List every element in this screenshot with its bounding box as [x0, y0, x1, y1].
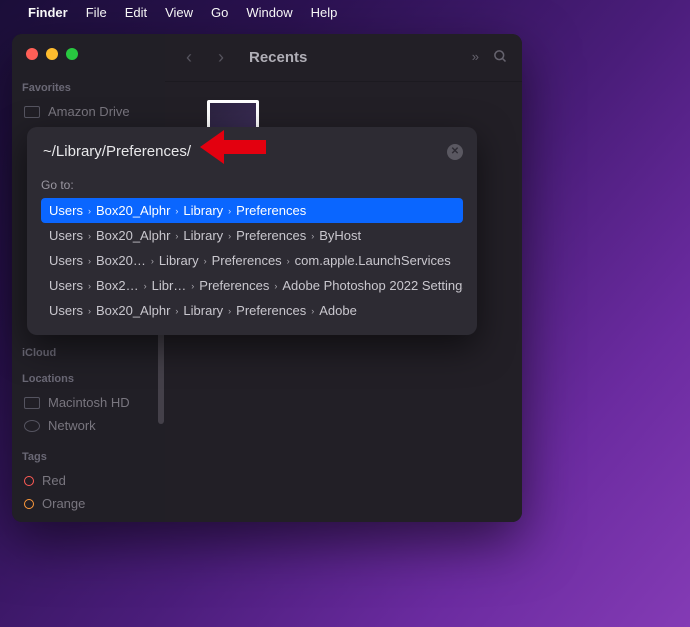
sidebar-item-label: Orange — [42, 496, 85, 511]
window-title: Recents — [249, 49, 307, 66]
sidebar-section-icloud: iCloud — [22, 347, 155, 359]
sidebar-item-label: Red — [42, 473, 66, 488]
network-icon — [24, 420, 40, 432]
sidebar-item-label: Amazon Drive — [48, 104, 130, 119]
search-icon[interactable] — [493, 49, 508, 67]
goto-suggestion[interactable]: Users›Box20…›Library›Preferences›com.app… — [41, 248, 463, 273]
menu-finder[interactable]: Finder — [28, 5, 68, 20]
sidebar-item-amazon-drive[interactable]: Amazon Drive — [22, 100, 155, 123]
sidebar-tag-red[interactable]: Red — [22, 469, 155, 492]
menu-window[interactable]: Window — [246, 5, 292, 20]
menu-file[interactable]: File — [86, 5, 107, 20]
menu-view[interactable]: View — [165, 5, 193, 20]
close-button[interactable] — [26, 48, 38, 60]
goto-suggestion[interactable]: Users›Box20_Alphr›Library›Preferences›Ad… — [41, 298, 463, 323]
goto-suggestion[interactable]: Users›Box20_Alphr›Library›Preferences — [41, 198, 463, 223]
sidebar-section-locations: Locations — [22, 373, 155, 385]
back-button[interactable]: ‹ — [179, 47, 199, 68]
sidebar-item-label: Network — [48, 418, 96, 433]
clear-icon[interactable]: ✕ — [447, 144, 463, 160]
goto-suggestion[interactable]: Users›Box2…›Libr…›Preferences›Adobe Phot… — [41, 273, 463, 298]
menu-edit[interactable]: Edit — [125, 5, 147, 20]
sidebar-item-network[interactable]: Network — [22, 414, 155, 437]
menu-help[interactable]: Help — [311, 5, 338, 20]
sidebar-item-macintosh-hd[interactable]: Macintosh HD — [22, 391, 155, 414]
goto-label: Go to: — [41, 178, 463, 192]
sidebar-item-label: Macintosh HD — [48, 395, 130, 410]
menubar: Finder File Edit View Go Window Help — [0, 0, 690, 24]
sidebar-section-tags: Tags — [22, 451, 155, 463]
goto-suggestions: Users›Box20_Alphr›Library›PreferencesUse… — [41, 198, 463, 323]
tag-dot-icon — [24, 476, 34, 486]
zoom-button[interactable] — [66, 48, 78, 60]
tag-dot-icon — [24, 499, 34, 509]
sidebar-section-favorites: Favorites — [22, 82, 155, 94]
folder-icon — [24, 106, 40, 118]
goto-suggestion[interactable]: Users›Box20_Alphr›Library›Preferences›By… — [41, 223, 463, 248]
disk-icon — [24, 397, 40, 409]
annotation-arrow — [200, 130, 272, 164]
sidebar-tag-orange[interactable]: Orange — [22, 492, 155, 515]
overflow-icon[interactable]: » — [472, 49, 479, 67]
menu-go[interactable]: Go — [211, 5, 228, 20]
minimize-button[interactable] — [46, 48, 58, 60]
forward-button[interactable]: › — [211, 47, 231, 68]
toolbar: ‹ › Recents » — [165, 34, 522, 82]
window-controls — [26, 48, 155, 60]
